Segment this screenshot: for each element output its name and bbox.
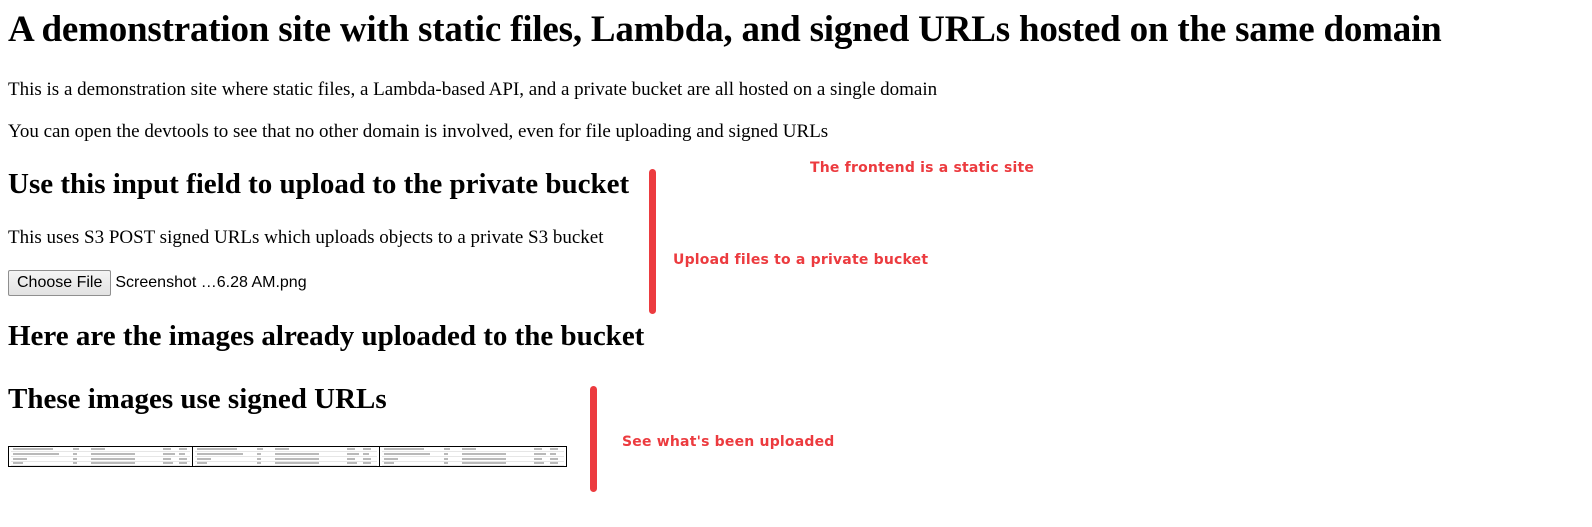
page-title: A demonstration site with static files, … (8, 9, 1442, 50)
selected-file-name: Screenshot …6.28 AM.png (115, 273, 307, 291)
annotation-uploaded: See what's been uploaded (622, 434, 835, 450)
gallery-heading: Here are the images already uploaded to … (8, 320, 645, 352)
annotation-bar-uploaded (590, 386, 597, 492)
uploaded-images (8, 446, 567, 467)
upload-description: This uses S3 POST signed URLs which uplo… (8, 227, 604, 248)
annotation-bar-upload (649, 169, 656, 314)
file-input[interactable]: Choose File Screenshot …6.28 AM.png (8, 269, 307, 296)
annotation-frontend: The frontend is a static site (810, 160, 1035, 176)
gallery-subheading: These images use signed URLs (8, 383, 387, 415)
choose-file-button[interactable]: Choose File (8, 269, 112, 296)
uploaded-image-thumbnail[interactable] (8, 446, 193, 467)
intro-text-1: This is a demonstration site where stati… (8, 79, 938, 100)
uploaded-image-thumbnail[interactable] (380, 446, 567, 467)
uploaded-image-thumbnail[interactable] (193, 446, 380, 467)
intro-text-2: You can open the devtools to see that no… (8, 121, 829, 142)
upload-heading: Use this input field to upload to the pr… (8, 168, 630, 200)
annotation-upload: Upload files to a private bucket (673, 252, 929, 268)
